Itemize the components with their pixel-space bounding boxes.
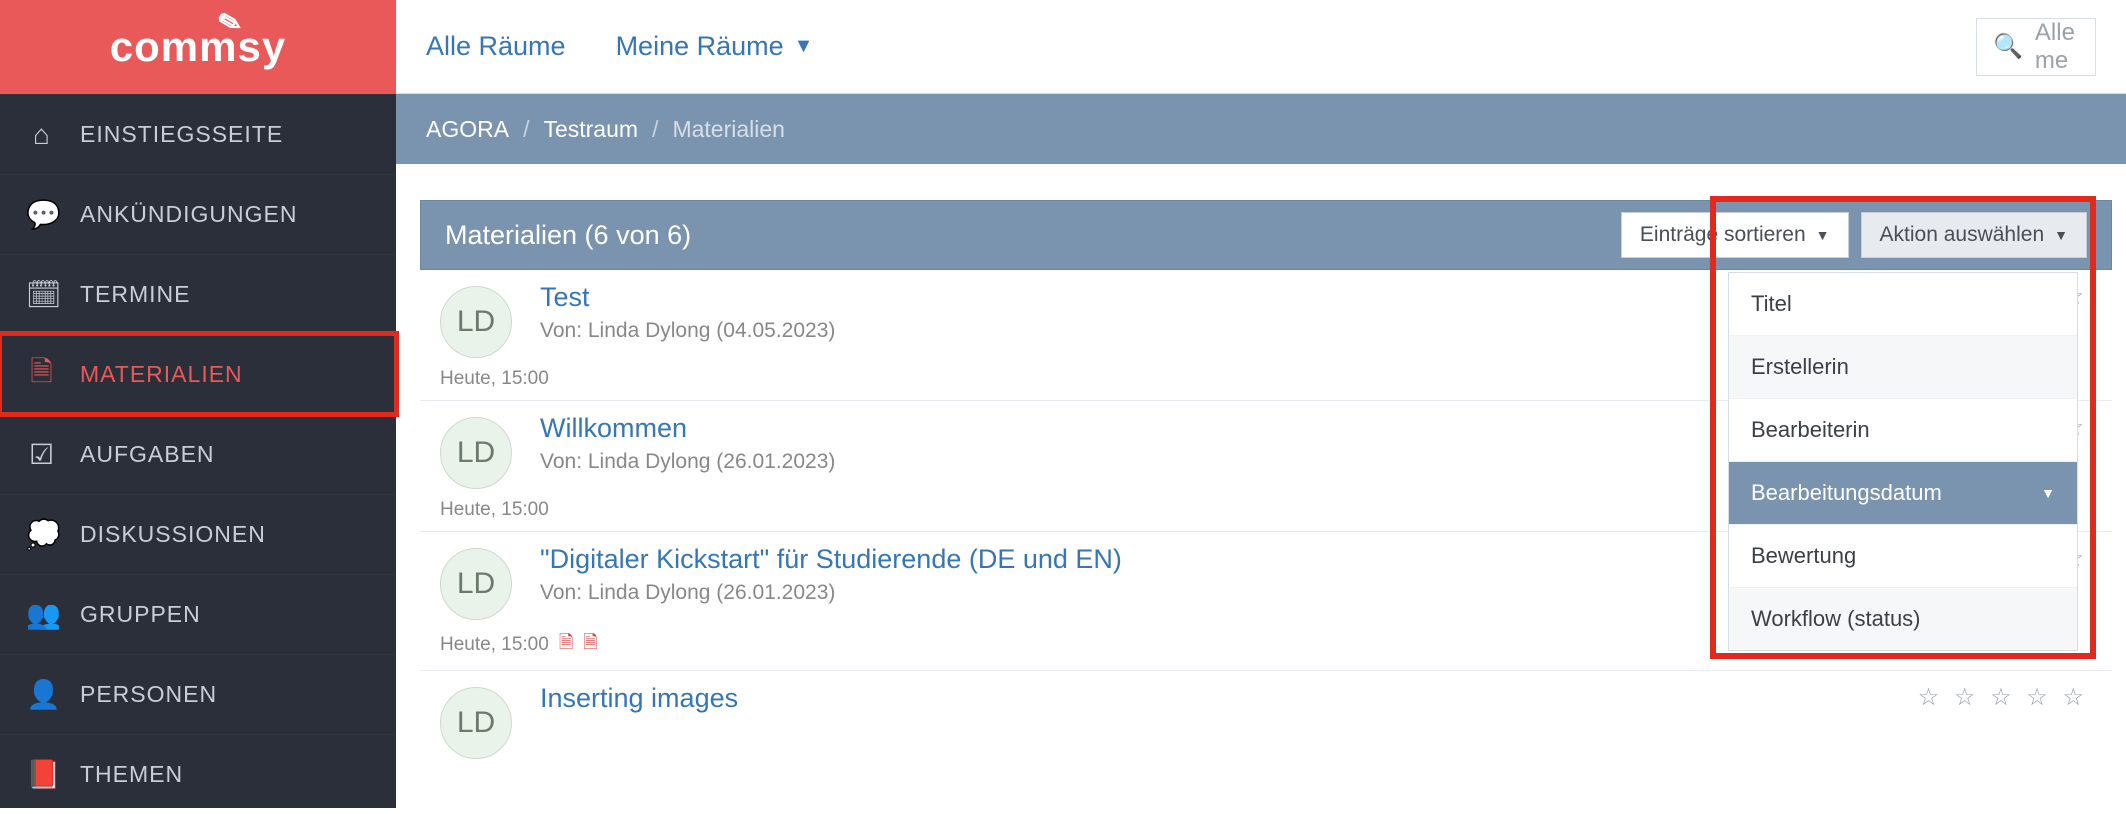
sidebar-item-diskussionen[interactable]: 💭 DISKUSSIONEN	[0, 494, 396, 574]
sidebar-item-label: DISKUSSIONEN	[80, 521, 266, 548]
sidebar-item-label: PERSONEN	[80, 681, 217, 708]
caret-down-icon: ▼	[2041, 485, 2055, 501]
calendar-icon: 🗓	[26, 278, 58, 311]
sort-option-label: Titel	[1751, 291, 1792, 317]
group-icon: 👥	[26, 598, 58, 631]
sidebar-item-personen[interactable]: 👤 PERSONEN	[0, 654, 396, 734]
sort-dropdown: Titel Erstellerin Bearbeiterin Bearbeitu…	[1728, 272, 2078, 651]
sidebar-item-aufgaben[interactable]: ☑ AUFGABEN	[0, 414, 396, 494]
sort-option-label: Bearbeiterin	[1751, 417, 1870, 443]
check-icon: ☑	[26, 438, 58, 471]
my-rooms-label: Meine Räume	[616, 31, 784, 62]
search-input[interactable]: 🔍 Alle me	[1976, 18, 2096, 76]
item-meta: Von: Linda Dylong (26.01.2023)	[540, 450, 835, 474]
item-meta: Von: Linda Dylong (26.01.2023)	[540, 581, 1122, 605]
search-icon: 🔍	[1993, 32, 2023, 61]
panel-title: Materialien (6 von 6)	[445, 220, 1609, 251]
pdf-icon[interactable]: 🗎	[583, 630, 597, 660]
sidebar-item-label: MATERIALIEN	[80, 361, 243, 388]
item-timestamp: Heute, 15:00	[440, 499, 549, 521]
breadcrumb: AGORA / Testraum / Materialien	[396, 94, 2126, 164]
pdf-icon[interactable]: 🗎	[559, 630, 573, 660]
sidebar-item-label: ANKÜNDIGUNGEN	[80, 201, 297, 228]
logo[interactable]: commsy ✎	[0, 0, 396, 94]
sidebar-item-themen[interactable]: 📕 THEMEN	[0, 734, 396, 814]
item-title-link[interactable]: Inserting images	[540, 683, 738, 714]
sidebar-item-materialien[interactable]: 🗎 MATERIALIEN	[0, 334, 396, 414]
item-title-link[interactable]: Test	[540, 282, 835, 313]
sidebar-item-termine[interactable]: 🗓 TERMINE	[0, 254, 396, 334]
item-meta: Von: Linda Dylong (04.05.2023)	[540, 319, 835, 343]
logo-text: commsy	[110, 23, 286, 71]
sort-dropdown-highlight: Titel Erstellerin Bearbeiterin Bearbeitu…	[1718, 204, 2088, 651]
breadcrumb-room[interactable]: Testraum	[543, 116, 638, 143]
sort-option-label: Workflow (status)	[1751, 606, 1921, 632]
sort-option-bewertung[interactable]: Bewertung	[1729, 525, 2077, 588]
sidebar-item-label: THEMEN	[80, 761, 183, 788]
book-icon: 📕	[26, 758, 58, 791]
sort-option-titel[interactable]: Titel	[1729, 273, 2077, 336]
sort-option-workflow[interactable]: Workflow (status)	[1729, 588, 2077, 650]
sidebar-item-label: GRUPPEN	[80, 601, 201, 628]
sidebar: commsy ✎ ⌂ EINSTIEGSSEITE 💬 ANKÜNDIGUNGE…	[0, 0, 396, 808]
sort-option-label: Erstellerin	[1751, 354, 1849, 380]
item-title-link[interactable]: "Digitaler Kickstart" für Studierende (D…	[540, 544, 1122, 575]
file-icon: 🗎	[26, 351, 58, 399]
star-rating[interactable]: ☆ ☆ ☆ ☆ ☆	[1918, 683, 2088, 712]
person-icon: 👤	[26, 678, 58, 711]
sidebar-item-ankuendigungen[interactable]: 💬 ANKÜNDIGUNGEN	[0, 174, 396, 254]
breadcrumb-sep: /	[652, 116, 658, 143]
breadcrumb-current: Materialien	[672, 116, 785, 143]
item-title-link[interactable]: Willkommen	[540, 413, 835, 444]
sidebar-item-label: AUFGABEN	[80, 441, 215, 468]
sort-option-label: Bewertung	[1751, 543, 1856, 569]
avatar: LD	[440, 687, 512, 759]
avatar: LD	[440, 286, 512, 358]
avatar: LD	[440, 417, 512, 489]
all-rooms-link[interactable]: Alle Räume	[426, 31, 566, 62]
item-timestamp: Heute, 15:00	[440, 634, 549, 656]
chevron-down-icon: ▼	[794, 35, 814, 58]
item-timestamp: Heute, 15:00	[440, 368, 549, 390]
sort-option-bearbeiterin[interactable]: Bearbeiterin	[1729, 399, 2077, 462]
my-rooms-link[interactable]: Meine Räume ▼	[616, 31, 814, 62]
topbar: Alle Räume Meine Räume ▼ 🔍 Alle me	[396, 0, 2126, 94]
home-icon: ⌂	[26, 119, 58, 151]
sidebar-item-einstiegsseite[interactable]: ⌂ EINSTIEGSSEITE	[0, 94, 396, 174]
speech-icon: 💬	[26, 198, 58, 231]
sidebar-item-label: EINSTIEGSSEITE	[80, 121, 283, 148]
sort-option-label: Bearbeitungsdatum	[1751, 480, 1942, 506]
sort-option-erstellerin[interactable]: Erstellerin	[1729, 336, 2077, 399]
sort-option-bearbeitungsdatum[interactable]: Bearbeitungsdatum ▼	[1729, 462, 2077, 525]
avatar: LD	[440, 548, 512, 620]
rating: ☆ ☆ ☆ ☆ ☆	[1918, 683, 2088, 712]
breadcrumb-root[interactable]: AGORA	[426, 116, 509, 143]
sidebar-item-gruppen[interactable]: 👥 GRUPPEN	[0, 574, 396, 654]
sidebar-item-label: TERMINE	[80, 281, 191, 308]
discuss-icon: 💭	[26, 518, 58, 551]
search-placeholder: Alle me	[2035, 19, 2079, 75]
breadcrumb-sep: /	[523, 116, 529, 143]
list-item[interactable]: LD Inserting images ☆ ☆ ☆ ☆ ☆	[420, 671, 2112, 769]
